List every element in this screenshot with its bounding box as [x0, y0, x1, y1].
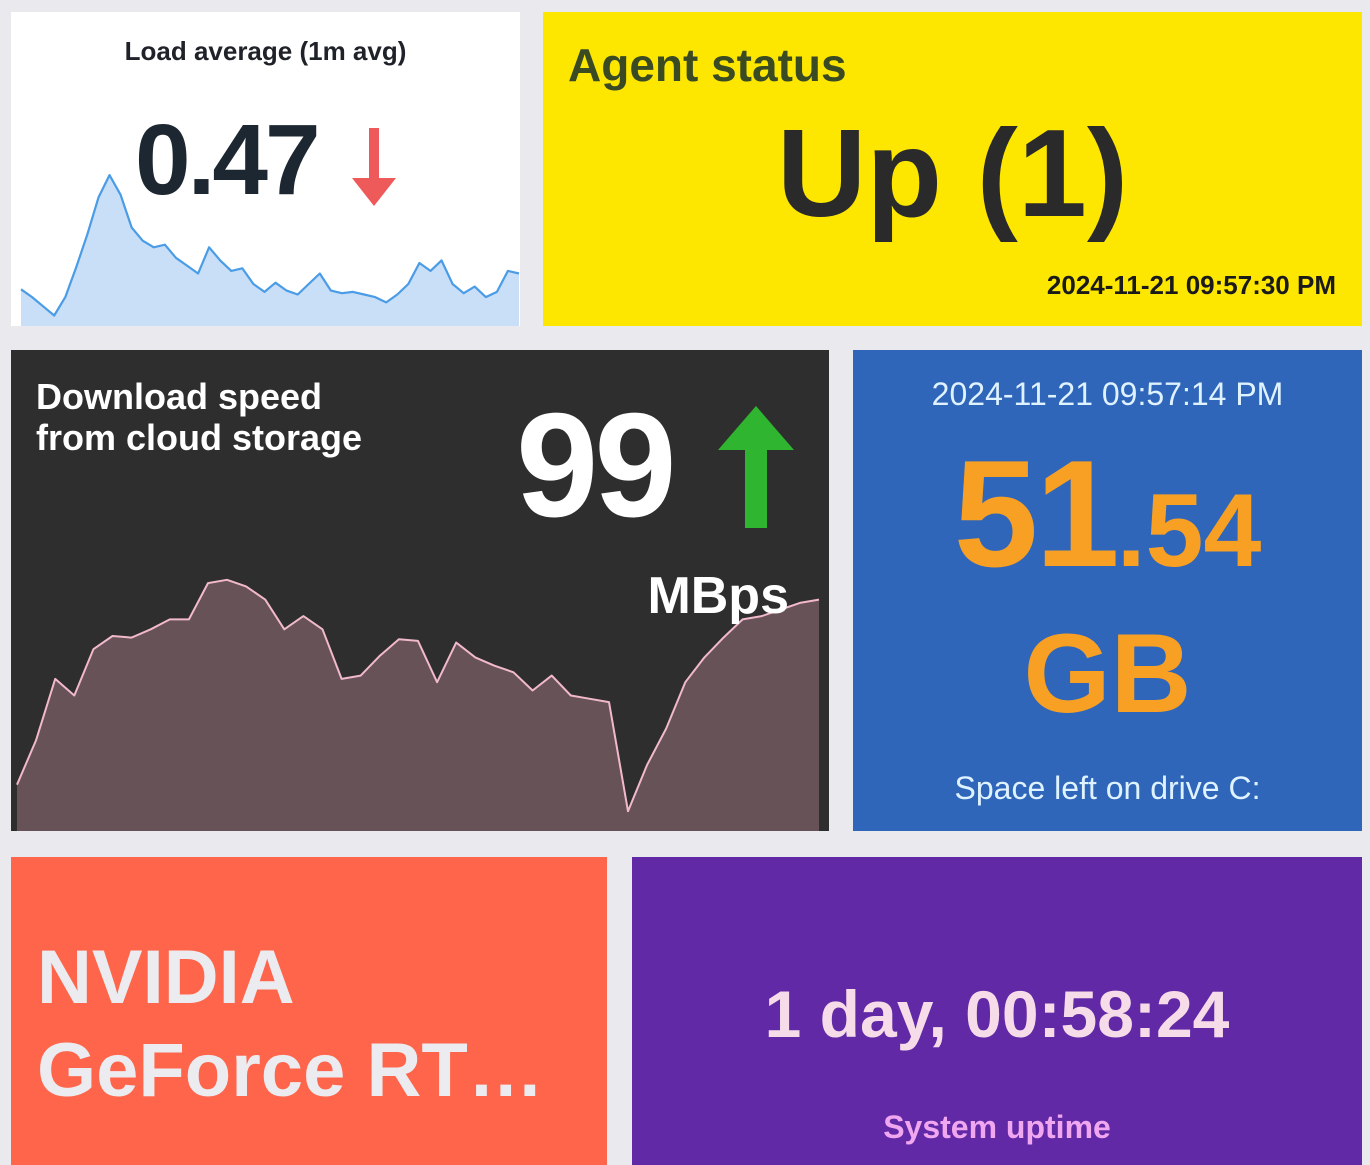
- agent-status-widget[interactable]: Agent status Up (1) 2024-11-21 09:57:30 …: [543, 12, 1362, 326]
- download-speed-value: 99: [516, 383, 677, 548]
- arrow-down-icon: [352, 128, 396, 206]
- drive-space-timestamp: 2024-11-21 09:57:14 PM: [931, 376, 1284, 412]
- download-speed-title: Download speed from cloud storage: [36, 376, 363, 458]
- load-average-widget[interactable]: Load average (1m avg) 0.47: [11, 12, 520, 326]
- drive-space-value-integer: 51: [953, 429, 1120, 599]
- load-average-value: 0.47: [135, 104, 321, 216]
- drive-space-value: 51.54: [853, 438, 1362, 590]
- agent-status-value: Up (1): [776, 105, 1129, 243]
- gpu-widget[interactable]: NVIDIA GeForce RT…: [11, 857, 607, 1165]
- uptime-widget[interactable]: 1 day, 00:58:24 System uptime: [632, 857, 1362, 1165]
- download-speed-widget[interactable]: Download speed from cloud storage 99 MBp…: [11, 350, 829, 831]
- drive-space-unit: GB: [1023, 611, 1192, 736]
- gpu-name: NVIDIA GeForce RT…: [37, 935, 544, 1113]
- agent-status-title: Agent status: [568, 39, 847, 91]
- uptime-description: System uptime: [883, 1109, 1111, 1145]
- drive-space-widget[interactable]: 2024-11-21 09:57:14 PM 51.54 GB Space le…: [853, 350, 1362, 831]
- arrow-up-icon: [718, 406, 794, 528]
- load-average-title: Load average (1m avg): [124, 36, 407, 66]
- drive-space-description: Space left on drive C:: [954, 770, 1261, 806]
- agent-status-timestamp: 2024-11-21 09:57:30 PM: [1046, 270, 1336, 300]
- drive-space-value-decimal: .54: [1116, 473, 1262, 589]
- download-speed-units: MBps: [647, 567, 789, 625]
- uptime-value: 1 day, 00:58:24: [764, 977, 1230, 1051]
